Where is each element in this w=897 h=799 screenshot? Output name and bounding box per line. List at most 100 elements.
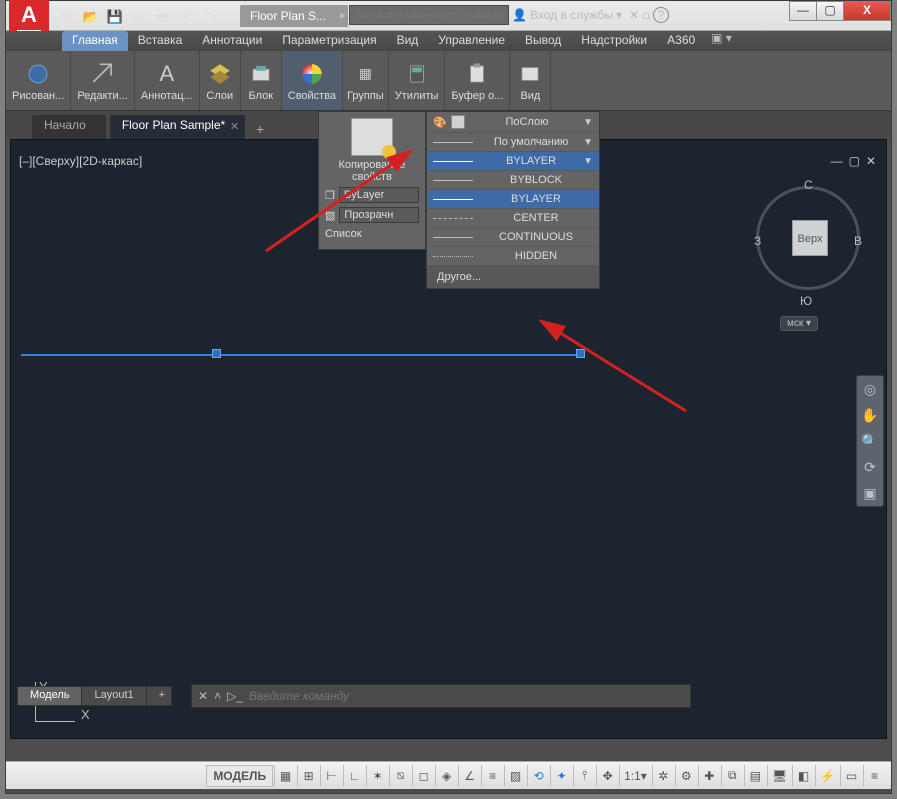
ribbon-groups[interactable]: ▦ Группы: [343, 51, 389, 110]
linetype-option[interactable]: BYBLOCK: [427, 171, 599, 190]
wcs-badge[interactable]: мск ▾: [780, 316, 818, 331]
ribbon-modify[interactable]: Редакти...: [71, 51, 135, 110]
steering-wheel-icon[interactable]: ◎: [857, 376, 883, 402]
vp-maximize-icon[interactable]: ▢: [849, 154, 860, 168]
file-tab-document[interactable]: Floor Plan Sample* ✕: [110, 115, 245, 139]
vp-close-icon[interactable]: ✕: [866, 154, 876, 168]
help-icon[interactable]: ?: [653, 7, 669, 23]
osnap-icon[interactable]: ◻: [412, 765, 434, 787]
signin-chevron-icon[interactable]: ▾: [616, 8, 622, 22]
qat-chevron-icon[interactable]: ▸: [340, 8, 346, 22]
tab-a360[interactable]: A360: [657, 31, 705, 51]
zoom-icon[interactable]: 🔍: [857, 428, 883, 454]
linetype-option[interactable]: CENTER: [427, 209, 599, 228]
layout-tab-model[interactable]: Модель: [17, 686, 82, 706]
linetype-option[interactable]: CONTINUOUS: [427, 228, 599, 247]
isodraft-icon[interactable]: ⧅: [389, 765, 411, 787]
dynamic-ucs-icon[interactable]: ✦: [550, 765, 572, 787]
tab-overflow-icon[interactable]: ▣ ▾: [711, 31, 732, 51]
3dosnap-icon[interactable]: ◈: [435, 765, 457, 787]
signin-label[interactable]: Вход в службы: [530, 8, 613, 22]
tab-manage[interactable]: Управление: [428, 31, 515, 51]
ortho-icon[interactable]: ∟: [343, 765, 365, 787]
modelspace-toggle[interactable]: МОДЕЛЬ: [206, 765, 273, 787]
snap-toggle-icon[interactable]: ⊞: [297, 765, 319, 787]
viewcube-west[interactable]: З: [754, 234, 761, 248]
hardware-accel-icon[interactable]: ⚡: [815, 765, 839, 787]
transparency-row[interactable]: ▧ Прозрачн: [319, 205, 425, 225]
layout-tab-layout1[interactable]: Layout1: [81, 686, 146, 706]
linetype-option[interactable]: BYLAYER: [427, 190, 599, 209]
annovis-icon[interactable]: ✲: [652, 765, 674, 787]
command-input[interactable]: [249, 689, 684, 703]
linetype-option[interactable]: HIDDEN: [427, 247, 599, 266]
tab-output[interactable]: Вывод: [515, 31, 571, 51]
ribbon-view[interactable]: Вид: [510, 51, 551, 110]
viewcube-north[interactable]: С: [804, 178, 813, 192]
selection-filter-icon[interactable]: ⫯: [573, 765, 595, 787]
saveas-icon[interactable]: ⎙: [128, 6, 150, 28]
properties-list-link[interactable]: Список: [319, 225, 425, 243]
search-input[interactable]: [349, 5, 509, 25]
linetype-select-current[interactable]: BYLAYER ▼: [427, 152, 599, 171]
ribbon-utilities[interactable]: Утилиты: [389, 51, 446, 110]
layer-select[interactable]: ByLayer: [339, 187, 419, 203]
undo-icon[interactable]: ↶: [176, 6, 198, 28]
cmd-close-icon[interactable]: ✕: [198, 689, 208, 703]
pan-icon[interactable]: ✋: [857, 402, 883, 428]
viewcube[interactable]: Верх С Ю В З мск ▾: [750, 176, 870, 326]
customize-icon[interactable]: ≡: [863, 765, 885, 787]
ribbon-clipboard[interactable]: Буфер о...: [445, 51, 510, 110]
selection-cycling-icon[interactable]: ⟲: [527, 765, 549, 787]
viewcube-east[interactable]: В: [854, 234, 862, 248]
maximize-button[interactable]: ▢: [816, 1, 844, 21]
open-icon[interactable]: 📂: [80, 6, 102, 28]
grid-toggle-icon[interactable]: ▦: [274, 765, 296, 787]
grip-handle[interactable]: [576, 349, 585, 358]
annomon-icon[interactable]: ✚: [698, 765, 720, 787]
file-tab-start[interactable]: Начало: [32, 115, 106, 139]
save-icon[interactable]: 💾: [104, 6, 126, 28]
grip-handle[interactable]: [212, 349, 221, 358]
redo-icon[interactable]: ↷: [200, 6, 222, 28]
lockui-icon[interactable]: 🖥: [767, 765, 791, 787]
command-line[interactable]: ✕ ˄ ▷_: [191, 684, 691, 708]
ribbon-properties[interactable]: Свойства: [282, 51, 343, 110]
tab-insert[interactable]: Вставка: [128, 31, 193, 51]
exchange-icon[interactable]: ✕: [629, 8, 639, 22]
file-tab-add[interactable]: +: [249, 119, 271, 139]
print-icon[interactable]: 🖶: [152, 6, 174, 28]
close-button[interactable]: X: [843, 1, 891, 21]
viewcube-face-top[interactable]: Верх: [792, 220, 828, 256]
viewcube-south[interactable]: Ю: [800, 294, 812, 308]
cmd-history-icon[interactable]: ˄: [214, 689, 221, 703]
layout-tab-add[interactable]: +: [146, 686, 172, 706]
cleanscreen-icon[interactable]: ▭: [840, 765, 862, 787]
ribbon-draw[interactable]: Рисован...: [6, 51, 71, 110]
layer-selector-row[interactable]: ❐ ByLayer: [319, 185, 425, 205]
workspace-icon[interactable]: ⚙: [675, 765, 697, 787]
tab-view[interactable]: Вид: [387, 31, 429, 51]
color-select[interactable]: 🎨 ПоСлою ▼: [427, 112, 599, 133]
infer-icon[interactable]: ⊢: [320, 765, 342, 787]
transparency-select[interactable]: Прозрачн: [339, 207, 419, 223]
viewport-label[interactable]: [–][Сверху][2D-каркас]: [19, 154, 142, 168]
drawn-line[interactable]: [21, 354, 581, 356]
tab-parametric[interactable]: Параметризация: [272, 31, 386, 51]
otrack-icon[interactable]: ∠: [458, 765, 480, 787]
lineweight-select[interactable]: По умолчанию ▼: [427, 133, 599, 152]
tab-annotate[interactable]: Аннотации: [192, 31, 272, 51]
polar-icon[interactable]: ✶: [366, 765, 388, 787]
vp-minimize-icon[interactable]: —: [831, 154, 843, 168]
match-properties-icon[interactable]: [351, 118, 393, 156]
ribbon-annotation[interactable]: A Аннотац...: [135, 51, 200, 110]
linetype-other[interactable]: Другое...: [427, 266, 599, 288]
isolate-icon[interactable]: ◧: [792, 765, 814, 787]
ribbon-layers[interactable]: Слои: [200, 51, 241, 110]
tab-home[interactable]: Главная: [62, 31, 128, 51]
lineweight-icon[interactable]: ≡: [481, 765, 503, 787]
transparency-icon[interactable]: ▨: [504, 765, 526, 787]
orbit-icon[interactable]: ⟳: [857, 454, 883, 480]
units-icon[interactable]: ⧉: [721, 765, 743, 787]
tab-addins[interactable]: Надстройки: [571, 31, 657, 51]
